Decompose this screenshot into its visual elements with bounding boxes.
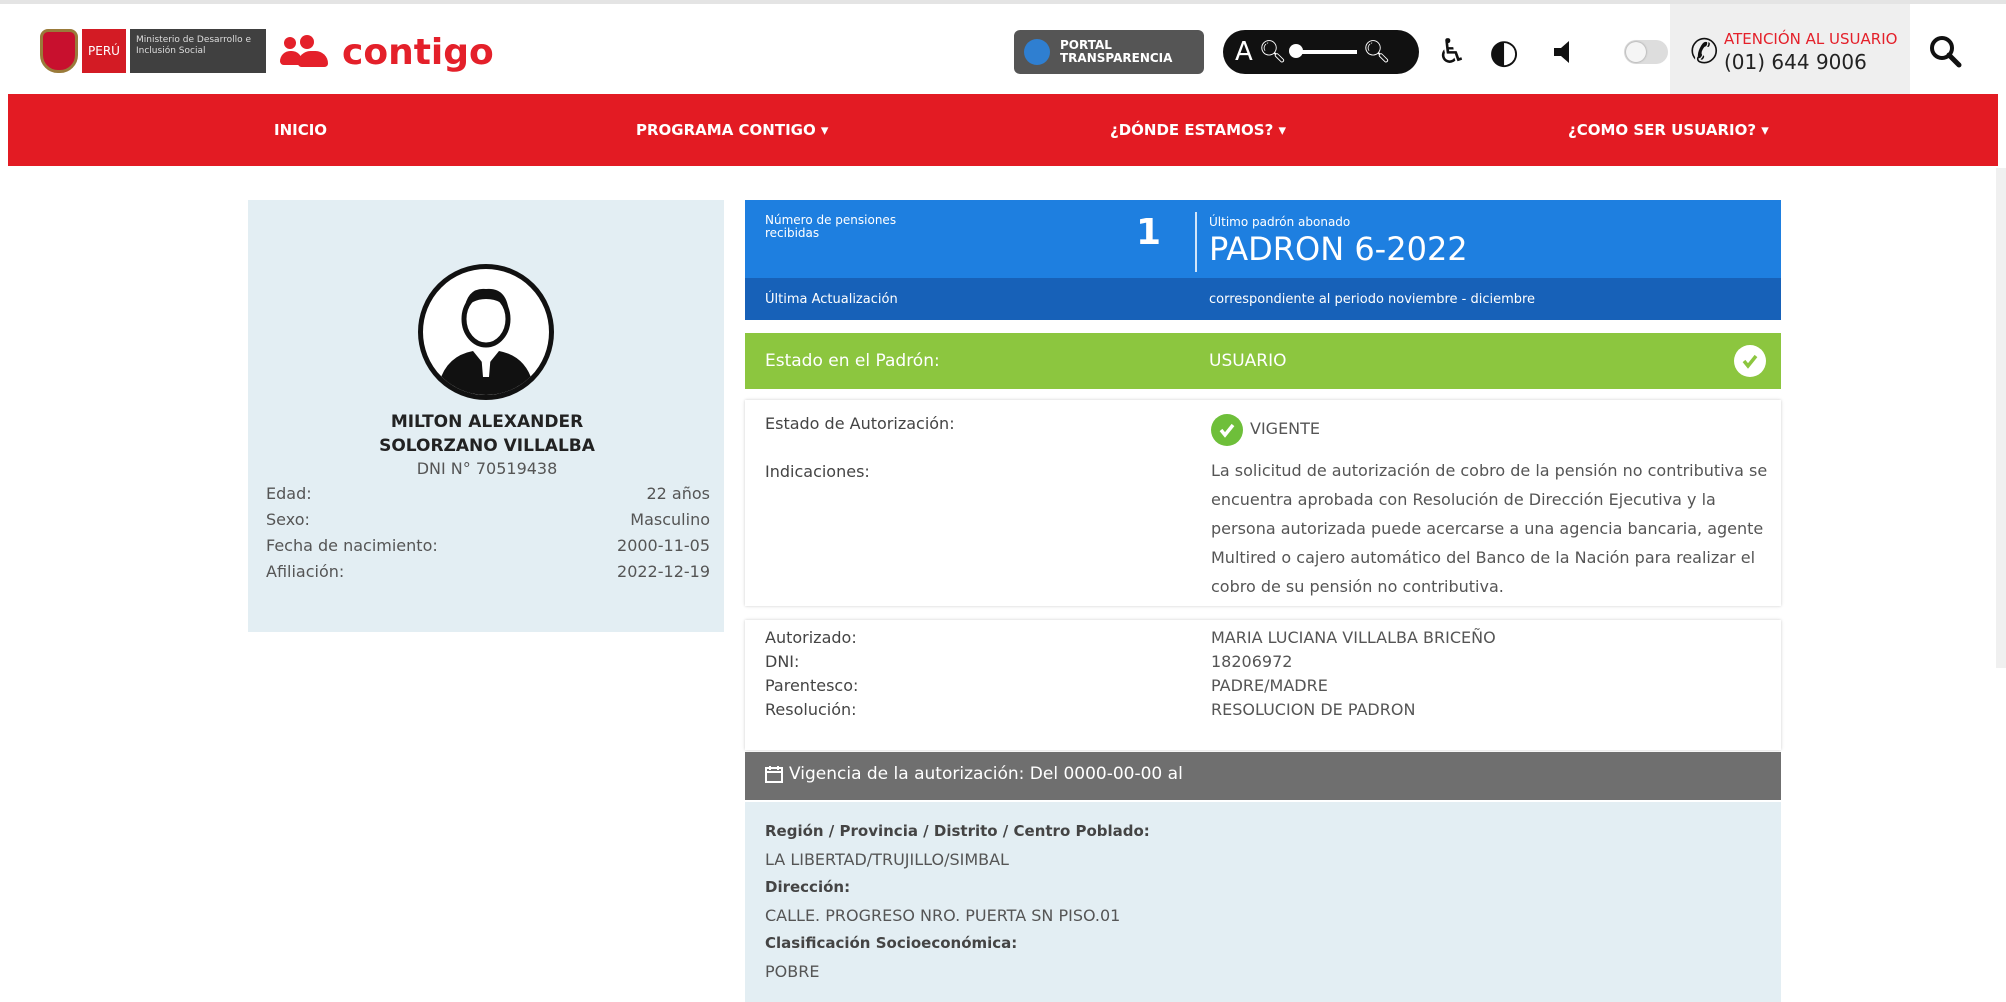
indications-label: Indicaciones: [765, 462, 870, 481]
pensions-count-value: 1 [1136, 212, 1162, 253]
last-padron-value: PADRON 6-2022 [1209, 230, 1468, 268]
profile-label: Sexo: [266, 510, 310, 529]
socio-value: POBRE [765, 962, 820, 981]
search-icon[interactable] [1920, 26, 1970, 76]
zoom-out-icon[interactable]: 🔍︎ [1259, 40, 1287, 65]
profile-value: 22 años [646, 484, 710, 503]
transparency-icon [1024, 39, 1050, 65]
profile-value: 2022-12-19 [617, 562, 710, 581]
ministry-name: Ministerio de Desarrollo e Inclusión Soc… [130, 29, 266, 73]
relationship-label: Parentesco: [765, 676, 859, 695]
status-check-icon [1734, 345, 1766, 377]
profile-label: Fecha de nacimiento: [266, 536, 438, 555]
ministry-logo[interactable]: PERÚ Ministerio de Desarrollo e Inclusió… [40, 26, 266, 76]
profile-row-birthdate: Fecha de nacimiento: 2000-11-05 [266, 536, 710, 562]
profile-value: 2000-11-05 [617, 536, 710, 555]
speaker-icon[interactable] [1546, 30, 1586, 74]
contact-label: ATENCIÓN AL USUARIO [1724, 30, 1898, 48]
relationship-value: PADRE/MADRE [1211, 676, 1328, 695]
contrast-icon[interactable]: ◐ [1484, 30, 1524, 74]
contact-phone: (01) 644 9006 [1724, 50, 1867, 74]
zoom-slider[interactable] [1288, 44, 1357, 58]
region-value: LA LIBERTAD/TRUJILLO/SIMBAL [765, 850, 1009, 869]
accessibility-icon[interactable]: ♿ [1432, 30, 1472, 74]
authorization-state-label: Estado de Autorización: [765, 414, 955, 433]
zoom-in-icon[interactable]: 🔍︎ [1363, 40, 1391, 65]
region-label: Región / Provincia / Distrito / Centro P… [765, 822, 1150, 840]
peru-label: PERÚ [82, 29, 126, 73]
status-value: USUARIO [1209, 351, 1287, 371]
phone-icon: ✆ [1690, 32, 1719, 72]
last-padron-label: Último padrón abonado [1209, 215, 1351, 229]
nav-inicio[interactable]: INICIO [274, 94, 327, 166]
socio-label: Clasificación Socioeconómica: [765, 934, 1018, 952]
profile-value: Masculino [630, 510, 710, 529]
beneficiary-name-line1: MILTON ALEXANDER [390, 412, 584, 432]
brand-name: contigo [342, 31, 494, 73]
profile-row-sex: Sexo: Masculino [266, 510, 710, 536]
beneficiary-dni: DNI N° 70519438 [416, 459, 558, 478]
resolution-label: Resolución: [765, 700, 857, 719]
portal-label: PORTAL TRANSPARENCIA [1060, 38, 1173, 65]
period-text: correspondiente al periodo noviembre - d… [1209, 292, 1536, 307]
peru-shield-icon [40, 29, 78, 73]
address-label: Dirección: [765, 878, 851, 896]
zoom-slider-handle[interactable] [1288, 44, 1303, 58]
font-size-label: A [1235, 37, 1253, 67]
contigo-logo[interactable]: contigo [280, 30, 494, 74]
profile-row-age: Edad: 22 años [266, 484, 710, 510]
nav-programa-contigo[interactable]: PROGRAMA CONTIGO ▾ [636, 94, 828, 166]
authorized-dni-label: DNI: [765, 652, 800, 671]
text-zoom-control[interactable]: A 🔍︎ 🔍︎ [1223, 30, 1419, 74]
indications-text: La solicitud de autorización de cobro de… [1211, 461, 1768, 596]
pensions-count-label: Número de pensiones recibidas [765, 213, 897, 240]
nav-donde-estamos[interactable]: ¿DÓNDE ESTAMOS? ▾ [1110, 94, 1286, 166]
portal-transparencia-button[interactable]: PORTAL TRANSPARENCIA [1014, 30, 1204, 74]
calendar-icon [765, 766, 783, 783]
address-value: CALLE. PROGRESO NRO. PUERTA SN PISO.01 [765, 906, 1121, 925]
nav-como-ser-usuario[interactable]: ¿COMO SER USUARIO? ▾ [1568, 94, 1769, 166]
authorized-value: MARIA LUCIANA VILLALBA BRICEÑO [1211, 628, 1496, 647]
authorized-label: Autorizado: [765, 628, 857, 647]
authorization-check-icon [1211, 414, 1243, 446]
beneficiary-name: MILTON ALEXANDER SOLORZANO VILLALBA [260, 410, 714, 458]
profile-label: Edad: [266, 484, 312, 503]
page-scrollbar[interactable] [1996, 168, 2006, 668]
authorized-dni-value: 18206972 [1211, 652, 1293, 671]
summary-divider [1195, 212, 1197, 272]
contact-box[interactable]: ✆ ATENCIÓN AL USUARIO (01) 644 9006 [1670, 4, 1910, 94]
status-label: Estado en el Padrón: [765, 351, 940, 371]
last-update-label: Última Actualización [765, 292, 898, 307]
validity-row: Vigencia de la autorización: Del 0000-00… [765, 764, 1183, 784]
user-avatar-icon [418, 264, 554, 400]
resolution-value: RESOLUCION DE PADRON [1211, 700, 1416, 719]
people-icon [280, 35, 334, 67]
audio-toggle[interactable] [1624, 40, 1668, 64]
profile-label: Afiliación: [266, 562, 345, 581]
profile-row-affiliation: Afiliación: 2022-12-19 [266, 562, 710, 588]
validity-text: Vigencia de la autorización: Del 0000-00… [789, 764, 1183, 784]
beneficiary-name-line2: SOLORZANO VILLALBA [379, 436, 595, 456]
authorization-state-value: VIGENTE [1250, 419, 1321, 438]
